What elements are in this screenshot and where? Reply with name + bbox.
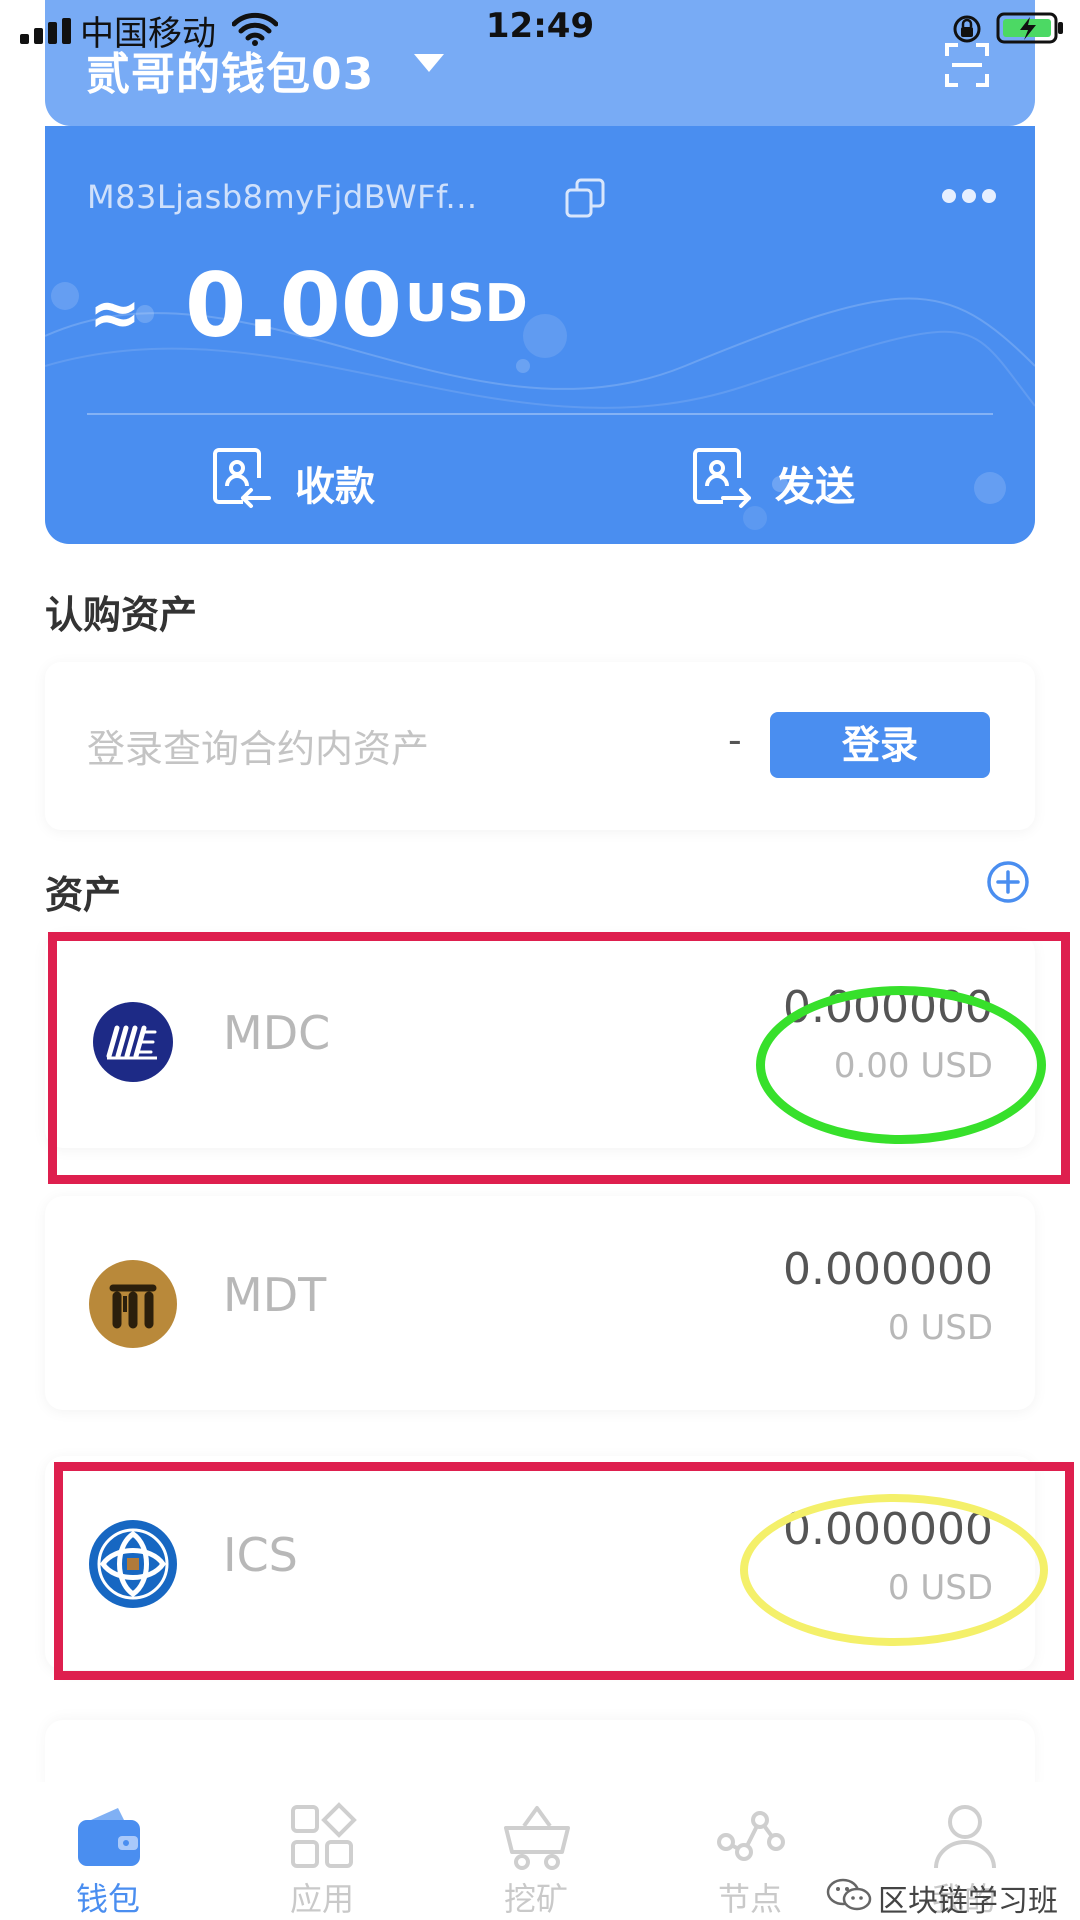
watermark-text: 区块链学习班: [878, 1884, 1058, 1919]
balance-card: M83Ljasb8myFjdBWFf... ≈ 0.00 USD 收款 发送: [45, 126, 1035, 544]
node-icon: [717, 1811, 785, 1861]
tab-mining[interactable]: 挖矿: [436, 1782, 636, 1920]
copy-icon[interactable]: [563, 176, 607, 220]
tab-apps[interactable]: 应用: [222, 1782, 422, 1920]
send-button[interactable]: 发送: [693, 448, 903, 518]
subscription-section-title: 认购资产: [45, 593, 198, 637]
tab-label: 应用: [289, 1880, 354, 1918]
status-bar: 中国移动 12:49: [0, 0, 1080, 56]
mining-cart-icon: [504, 1806, 570, 1870]
profile-icon: [934, 1805, 996, 1869]
card-divider: [87, 413, 993, 415]
rotation-lock-icon: [953, 15, 981, 43]
total-balance: 0.00: [185, 254, 403, 357]
status-time: 12:49: [485, 6, 595, 46]
assets-section-title: 资产: [45, 873, 122, 917]
apps-icon: [291, 1802, 357, 1868]
login-button[interactable]: 登录: [770, 712, 990, 778]
tab-wallet[interactable]: 钱包: [8, 1782, 208, 1920]
asset-symbol: MDT: [223, 1268, 327, 1322]
subscription-value: -: [728, 718, 742, 762]
battery-icon: [996, 12, 1063, 44]
wallet-address: M83Ljasb8myFjdBWFf...: [87, 178, 478, 216]
add-asset-icon[interactable]: [986, 860, 1030, 904]
subscription-hint: 登录查询合约内资产: [87, 727, 430, 771]
more-icon[interactable]: [941, 186, 997, 206]
tab-label: 钱包: [75, 1880, 140, 1918]
send-label: 发送: [775, 464, 855, 510]
wallet-icon: [78, 1808, 140, 1866]
receive-icon: [213, 448, 271, 508]
wechat-icon: [826, 1878, 872, 1911]
tab-label: 节点: [717, 1880, 782, 1918]
tab-nodes[interactable]: 节点: [650, 1782, 850, 1920]
send-icon: [693, 448, 751, 508]
receive-label: 收款: [295, 464, 375, 510]
balance-currency: USD: [405, 274, 528, 334]
asset-row-mdt[interactable]: MDT 0.000000 0 USD: [45, 1196, 1035, 1410]
highlight-ring-mdc-balance: [756, 986, 1046, 1144]
highlight-ring-ics-balance: [740, 1494, 1048, 1646]
watermark: 区块链学习班: [826, 1876, 1066, 1919]
receive-button[interactable]: 收款: [213, 448, 423, 518]
tab-label: 挖矿: [503, 1880, 568, 1918]
approx-symbol: ≈: [89, 276, 141, 349]
asset-amount: 0.000000: [783, 1244, 993, 1295]
asset-value: 0 USD: [887, 1308, 993, 1348]
subscription-card: 登录查询合约内资产 - 登录: [45, 662, 1035, 830]
mdt-logo-icon: [89, 1260, 177, 1348]
